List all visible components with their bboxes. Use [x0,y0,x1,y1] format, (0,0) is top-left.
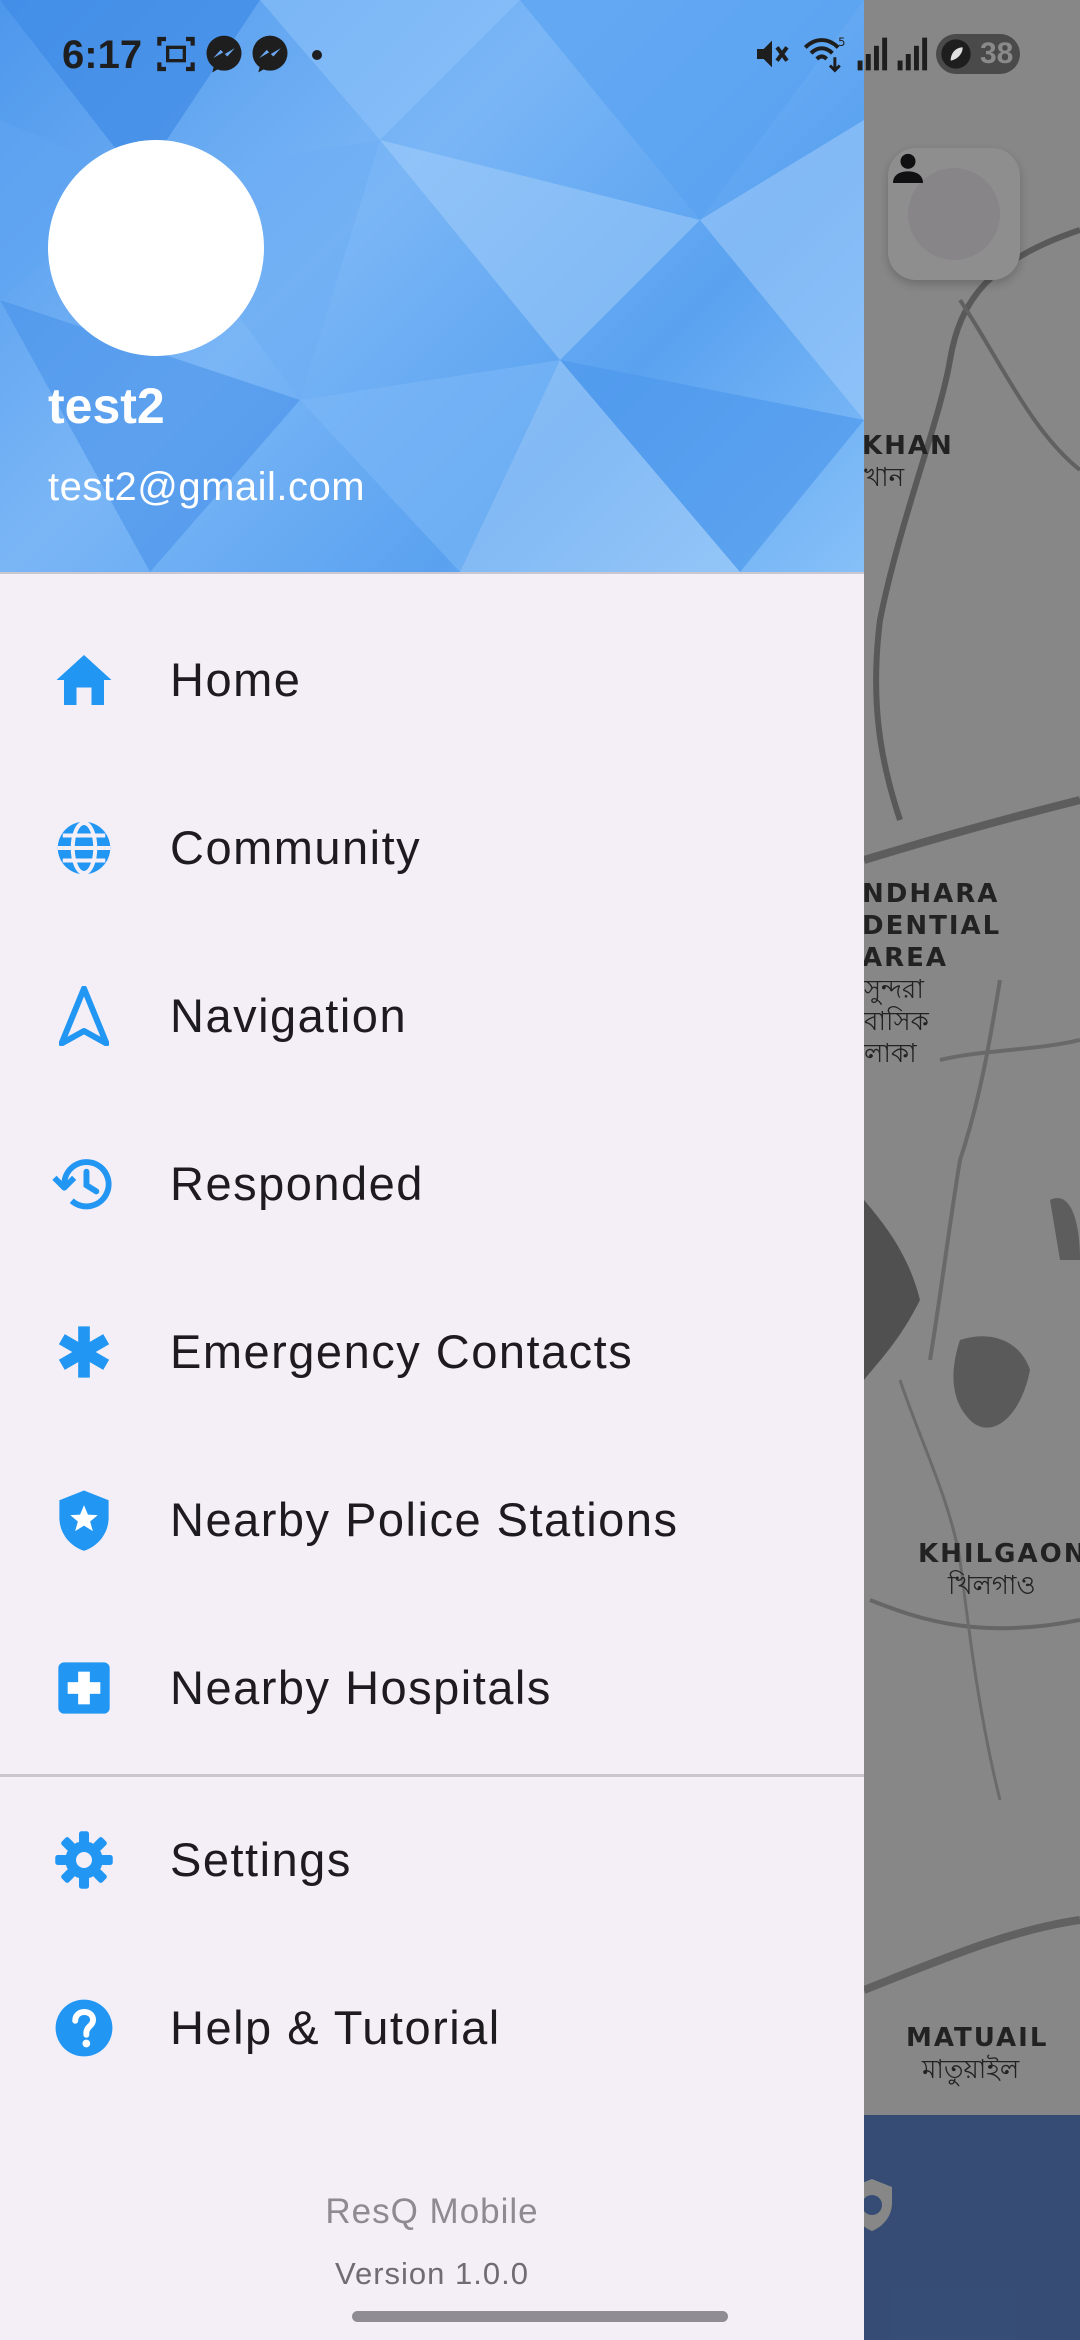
user-name: test2 [48,378,165,434]
gear-icon [52,1828,116,1892]
menu-item-label: Emergency Contacts [170,1325,634,1378]
mute-icon [757,40,789,68]
home-icon [52,648,116,712]
messenger-icon [206,35,242,73]
asterisk-icon [52,1320,116,1384]
screenshot-icon [157,36,195,72]
history-icon [52,1152,116,1216]
wifi-icon: 5 [803,35,845,73]
battery-icon: 38 [936,34,1020,74]
help-icon [52,1996,116,2060]
menu-item-label: Nearby Police Stations [170,1493,679,1546]
menu-item-label: Community [170,821,422,874]
globe-icon [52,816,116,880]
status-bar: 6:17 5 38 [0,0,1080,110]
svg-text:5: 5 [838,35,845,49]
dot-icon [312,50,322,60]
status-time: 6:17 [62,33,143,77]
menu-item-label: Responded [170,1157,424,1210]
menu-item-label: Settings [170,1833,352,1886]
menu-item-navigation[interactable]: Navigation [0,932,864,1100]
navigation-drawer: test2 test2@gmail.com Home Community Nav… [0,0,864,2340]
battery-level: 38 [980,37,1014,70]
menu-item-help-tutorial[interactable]: Help & Tutorial [0,1944,864,2112]
menu-item-label: Help & Tutorial [170,2001,501,2054]
menu-item-label: Home [170,653,302,706]
messenger-icon [252,35,288,73]
menu-item-responded[interactable]: Responded [0,1100,864,1268]
signal-icon [897,37,928,71]
menu-item-label: Nearby Hospitals [170,1661,552,1714]
menu-item-community[interactable]: Community [0,764,864,932]
menu-item-settings[interactable]: Settings [0,1776,864,1944]
user-email: test2@gmail.com [48,465,366,509]
police-shield-icon [52,1488,116,1552]
menu-item-nearby-police-stations[interactable]: Nearby Police Stations [0,1436,864,1604]
navigation-icon [52,984,116,1048]
menu-item-label: Navigation [170,989,408,1042]
menu-item-emergency-contacts[interactable]: Emergency Contacts [0,1268,864,1436]
hospital-icon [52,1656,116,1720]
menu-item-home[interactable]: Home [0,596,864,764]
avatar[interactable] [48,140,264,356]
home-indicator[interactable] [352,2311,728,2322]
menu-item-nearby-hospitals[interactable]: Nearby Hospitals [0,1604,864,1772]
signal-icon [857,37,888,71]
app-version: Version 1.0.0 [335,2256,529,2291]
app-name: ResQ Mobile [325,2192,539,2231]
